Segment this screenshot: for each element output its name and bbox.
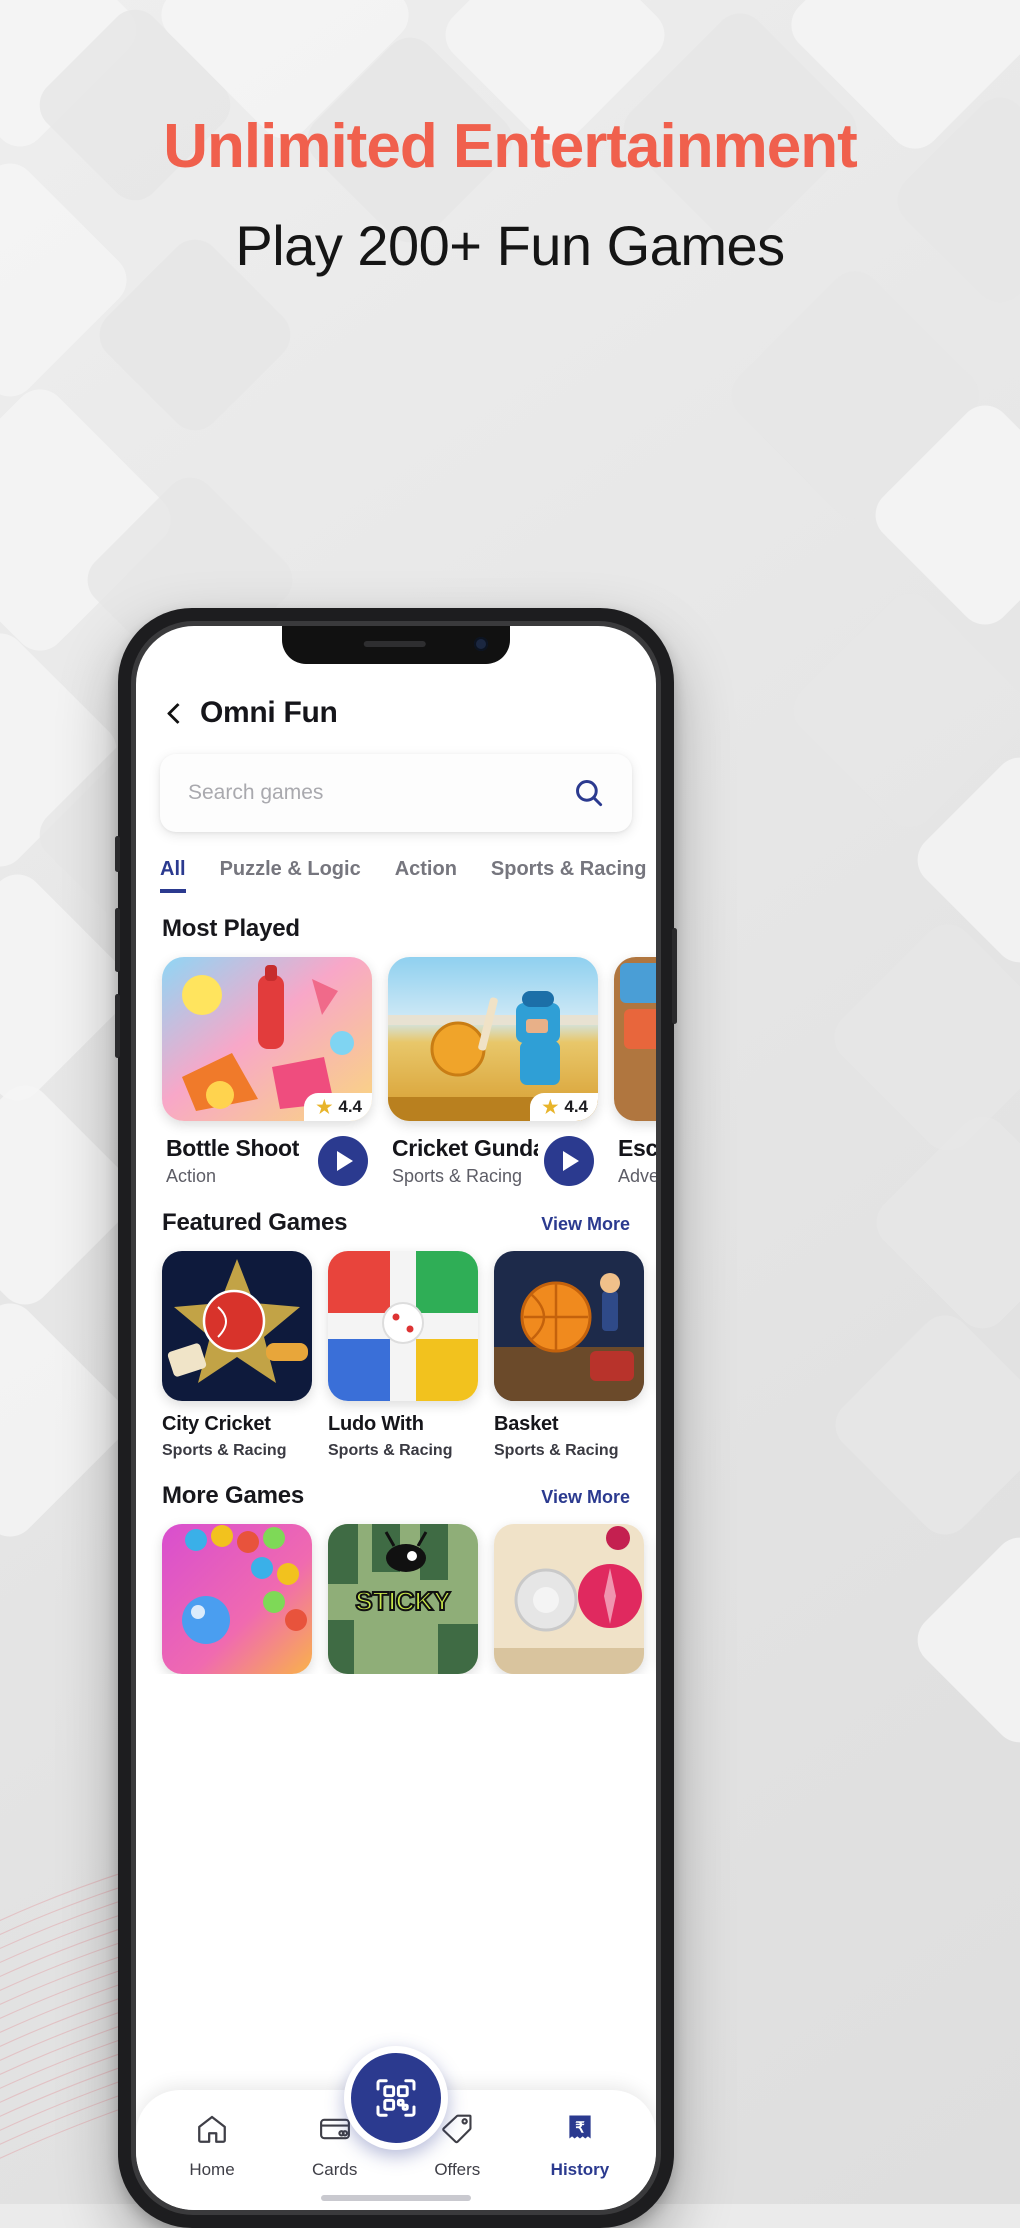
game-category: Sports & Racing [494, 1442, 619, 1459]
earpiece-speaker [363, 641, 426, 647]
game-title: City Cricket [162, 1413, 271, 1435]
search-input[interactable] [186, 780, 520, 806]
phone-power-button [672, 928, 677, 1024]
featured-games-carousel[interactable]: City Cricket Sports & Racing Ludo With S… [136, 1237, 656, 1460]
app-viewport: Omni Fun All Puzzle & Logic Action [136, 626, 656, 2210]
game-category: Sports & Racing [162, 1442, 287, 1459]
game-title: Bottle Shoot [166, 1135, 300, 1161]
phone-volume-down-button [115, 994, 120, 1058]
home-icon [195, 2112, 229, 2151]
nav-label: Offers [434, 2160, 481, 2179]
game-thumbnail[interactable] [162, 1524, 312, 1674]
tab-sports-racing[interactable]: Sports & Racing [491, 858, 647, 893]
front-camera-icon [474, 637, 488, 651]
section-header-more-games: More Games View More [136, 1460, 656, 1510]
rating-badge: ★ 4.4 [304, 1093, 372, 1121]
game-thumbnail[interactable] [494, 1524, 644, 1674]
play-icon[interactable] [544, 1136, 594, 1186]
tag-icon [440, 2112, 474, 2151]
section-title: Most Played [162, 915, 300, 942]
app-header: Omni Fun [136, 678, 656, 736]
nav-item-history[interactable]: ₹ History [534, 2112, 626, 2180]
svg-text:STICKY: STICKY [355, 1586, 450, 1616]
phone-volume-up-button [115, 908, 120, 972]
view-more-more-games-link[interactable]: View More [541, 1487, 630, 1508]
most-played-carousel[interactable]: ★ 4.4 Bottle Shoot Action ★ 4.4 Cricket … [136, 943, 656, 1187]
game-thumbnail[interactable]: ★ 4.4 [388, 957, 598, 1121]
rating-value: 4.4 [564, 1097, 588, 1116]
phone-screen: Omni Fun All Puzzle & Logic Action [136, 626, 656, 2210]
phone-notch [282, 626, 510, 664]
game-thumbnail[interactable]: ★ 4.4 [162, 957, 372, 1121]
rating-badge: ★ 4.4 [530, 1093, 598, 1121]
game-card[interactable]: Escape Adventure [614, 957, 656, 1187]
promo-title: Unlimited Entertainment [163, 112, 858, 181]
view-more-featured-link[interactable]: View More [541, 1214, 630, 1235]
play-icon[interactable] [318, 1136, 368, 1186]
game-title: Cricket Gunda [392, 1135, 538, 1161]
nav-label: Cards [311, 2160, 358, 2179]
search-icon[interactable] [572, 776, 606, 810]
game-title: Ludo With [328, 1413, 424, 1435]
rupee-receipt-icon: ₹ [563, 2112, 597, 2151]
game-category: Action [166, 1166, 217, 1186]
bottom-navigation-bar[interactable]: Home Cards Offers ₹ History [136, 2046, 656, 2210]
game-card[interactable]: ★ 4.4 Bottle Shoot Action [162, 957, 372, 1187]
promo-subtitle: Play 200+ Fun Games [235, 214, 785, 277]
tab-all[interactable]: All [160, 858, 186, 893]
section-header-most-played: Most Played [136, 893, 656, 943]
more-games-carousel[interactable]: STICKY [136, 1510, 656, 1674]
game-thumbnail[interactable] [494, 1251, 644, 1401]
chevron-left-icon[interactable] [164, 703, 184, 723]
game-thumbnail[interactable] [614, 957, 656, 1121]
game-card[interactable]: Basket Sports & Racing [494, 1251, 644, 1460]
game-thumbnail[interactable]: STICKY [328, 1524, 478, 1674]
game-thumbnail[interactable] [328, 1251, 478, 1401]
tab-action[interactable]: Action [395, 858, 457, 893]
game-card[interactable]: Ludo With Sports & Racing [328, 1251, 478, 1460]
game-title: Escape [618, 1135, 656, 1161]
section-title: More Games [162, 1482, 305, 1509]
search-bar[interactable] [160, 754, 632, 832]
game-category: Sports & Racing [392, 1166, 523, 1186]
game-card[interactable]: ★ 4.4 Cricket Gunda Sports & Racing [388, 957, 598, 1187]
rating-value: 4.4 [338, 1097, 362, 1116]
promo-headline: Unlimited Entertainment Play 200+ Fun Ga… [0, 116, 1020, 274]
page-title: Omni Fun [200, 696, 338, 729]
game-card[interactable]: City Cricket Sports & Racing [162, 1251, 312, 1460]
home-indicator [321, 2195, 471, 2201]
svg-text:₹: ₹ [575, 2120, 585, 2136]
game-title: Basket [494, 1413, 559, 1435]
tab-puzzle-logic[interactable]: Puzzle & Logic [220, 858, 361, 893]
nav-item-home[interactable]: Home [166, 2112, 258, 2180]
card-icon [318, 2112, 352, 2151]
phone-mockup: Omni Fun All Puzzle & Logic Action [115, 608, 677, 2228]
nav-label: Home [189, 2160, 235, 2179]
game-category: Sports & Racing [328, 1442, 453, 1459]
category-tabs[interactable]: All Puzzle & Logic Action Sports & Racin… [136, 832, 656, 893]
star-icon: ★ [542, 1097, 559, 1117]
section-title: Featured Games [162, 1209, 348, 1236]
nav-label: History [550, 2160, 610, 2179]
phone-mute-switch [115, 836, 120, 872]
game-thumbnail[interactable] [162, 1251, 312, 1401]
section-header-featured-games: Featured Games View More [136, 1187, 656, 1237]
game-category: Adventure [618, 1166, 656, 1186]
star-icon: ★ [316, 1097, 333, 1117]
qr-scan-icon[interactable] [344, 2046, 448, 2150]
